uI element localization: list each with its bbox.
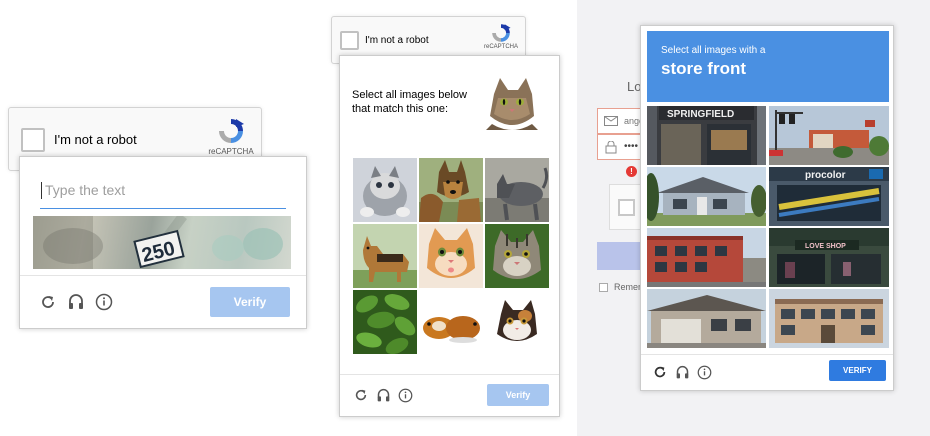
tile-grey-cat[interactable] xyxy=(485,158,549,222)
right-instruction-big: store front xyxy=(661,59,746,78)
middle-instruction: Select all images below that match this … xyxy=(352,89,467,115)
tile-garage-house[interactable] xyxy=(647,289,766,348)
middle-challenge-panel: Select all images below that match this … xyxy=(339,55,560,417)
audio-icon[interactable] xyxy=(673,363,691,381)
mail-icon xyxy=(604,116,618,126)
right-instruction-header: Select all images with a store front xyxy=(647,31,889,102)
right-instruction-small: Select all images with a xyxy=(661,45,766,56)
middle-recaptcha-brand: reCAPTCHA xyxy=(483,44,518,50)
reference-cat-image xyxy=(486,76,538,130)
left-input-placeholder: Type the text xyxy=(45,182,126,198)
right-footer-icons xyxy=(651,363,713,381)
text-caret xyxy=(41,182,42,199)
reload-icon[interactable] xyxy=(38,292,58,312)
tile-calico-kitten[interactable] xyxy=(485,290,549,354)
captcha-text-image: 250 xyxy=(33,216,291,269)
lock-icon xyxy=(605,141,617,154)
middle-recaptcha-logo: reCAPTCHA xyxy=(480,22,522,50)
remember-label-fragment: Remen xyxy=(614,282,644,292)
tile-procolor-store[interactable]: procolor xyxy=(769,167,889,226)
left-recaptcha-logo: reCAPTCHA xyxy=(205,116,257,156)
left-verify-button[interactable]: Verify xyxy=(210,287,290,317)
tile-guinea-pigs[interactable] xyxy=(419,290,483,354)
tile-suburban-house[interactable] xyxy=(647,167,766,226)
left-footer-icons xyxy=(38,292,114,312)
tile-german-shepherd[interactable] xyxy=(419,158,483,222)
middle-footer-icons xyxy=(352,386,414,404)
left-robot-checkbox[interactable] xyxy=(21,128,45,152)
audio-icon[interactable] xyxy=(374,386,392,404)
tile-street-intersection[interactable] xyxy=(769,106,889,165)
tile-love-shop-store[interactable]: LOVE SHOP xyxy=(769,228,889,287)
middle-anchor-label: I'm not a robot xyxy=(365,35,429,46)
middle-robot-checkbox[interactable] xyxy=(340,31,359,50)
left-text-input[interactable]: Type the text xyxy=(40,179,286,209)
tile-green-plant[interactable] xyxy=(353,290,417,354)
tile-red-brick-building[interactable] xyxy=(647,228,766,287)
info-icon[interactable] xyxy=(94,292,114,312)
info-icon[interactable] xyxy=(396,386,414,404)
right-verify-button[interactable]: VERIFY xyxy=(829,360,886,381)
tile-springfield-store[interactable]: SPRINGFIELD xyxy=(647,106,766,165)
tile-german-shepherd-standing[interactable] xyxy=(353,224,417,288)
right-challenge-panel: Select all images with a store front SPR… xyxy=(640,25,894,391)
left-recaptcha-brand: reCAPTCHA xyxy=(208,147,254,156)
tile-orange-kitten[interactable] xyxy=(419,224,483,288)
tile-tabby-kitten[interactable] xyxy=(485,224,549,288)
springfield-sign: SPRINGFIELD xyxy=(667,109,734,120)
recaptcha-icon xyxy=(492,24,511,42)
recaptcha-icon xyxy=(219,119,244,143)
error-icon: ! xyxy=(626,166,637,177)
left-challenge-panel: Type the text 250 Verify xyxy=(19,156,307,329)
love-shop-sign: LOVE SHOP xyxy=(805,243,846,250)
info-icon[interactable] xyxy=(695,363,713,381)
audio-icon[interactable] xyxy=(66,292,86,312)
reload-icon[interactable] xyxy=(352,386,370,404)
procolor-sign: procolor xyxy=(805,170,846,181)
left-anchor-label: I'm not a robot xyxy=(54,132,137,147)
tile-kitten[interactable] xyxy=(353,158,417,222)
tile-office-building[interactable] xyxy=(769,289,889,348)
remember-checkbox xyxy=(599,283,608,292)
reload-icon[interactable] xyxy=(651,363,669,381)
middle-verify-button[interactable]: Verify xyxy=(487,384,549,406)
